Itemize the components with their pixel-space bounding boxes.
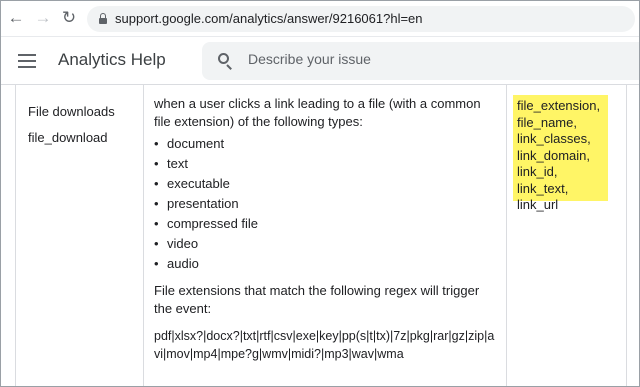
hamburger-menu-icon[interactable]: [18, 54, 36, 68]
search-input[interactable]: [248, 51, 628, 67]
list-item: text: [154, 154, 500, 174]
list-item: presentation: [154, 194, 500, 214]
list-item: executable: [154, 174, 500, 194]
list-item: document: [154, 134, 500, 154]
table-column-divider: [506, 85, 507, 386]
regex-pattern: pdf|xlsx?|docx?|txt|rtf|csv|exe|key|pp(s…: [154, 329, 495, 361]
description-intro: when a user clicks a link leading to a f…: [154, 96, 481, 129]
event-name: file_download: [28, 130, 108, 145]
parameters-highlight: file_extension, file_name, link_classes,…: [513, 95, 608, 212]
help-center-title[interactable]: Analytics Help: [58, 50, 166, 70]
browser-toolbar: ← → ↻ support.google.com/analytics/answe…: [1, 1, 639, 37]
table-border-right: [626, 85, 627, 386]
list-item: video: [154, 234, 500, 254]
forward-arrow-icon[interactable]: →: [33, 8, 53, 28]
url-text[interactable]: support.google.com/analytics/answer/9216…: [115, 11, 423, 26]
screenshot-frame: ← → ↻ support.google.com/analytics/answe…: [0, 0, 640, 387]
description-cell: when a user clicks a link leading to a f…: [154, 95, 500, 363]
address-bar[interactable]: support.google.com/analytics/answer/9216…: [87, 6, 635, 32]
regex-intro: File extensions that match the following…: [154, 283, 480, 316]
table-border-left: [15, 85, 16, 386]
search-icon[interactable]: [218, 53, 234, 70]
event-label: File downloads: [28, 104, 115, 119]
events-table: File downloads file_download when a user…: [1, 85, 639, 386]
lock-icon[interactable]: [99, 13, 107, 24]
search-box[interactable]: [202, 42, 639, 80]
help-header: Analytics Help: [1, 37, 639, 85]
table-column-divider: [143, 85, 144, 386]
reload-icon[interactable]: ↻: [59, 8, 79, 28]
file-type-list: document text executable presentation co…: [154, 134, 500, 274]
event-cell: File downloads file_download: [28, 99, 115, 151]
list-item: compressed file: [154, 214, 500, 234]
back-arrow-icon[interactable]: ←: [6, 8, 26, 28]
list-item: audio: [154, 254, 500, 274]
